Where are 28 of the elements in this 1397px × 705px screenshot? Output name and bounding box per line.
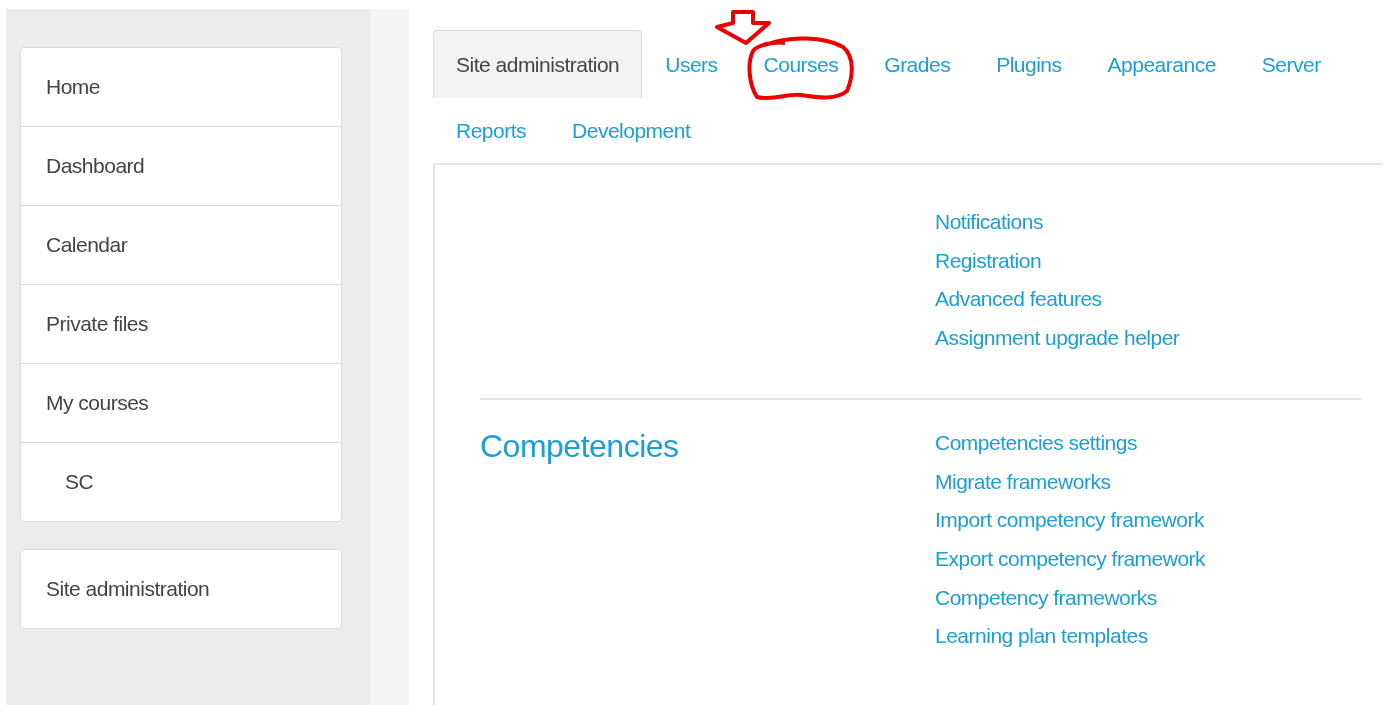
sidebar-item[interactable]: My courses xyxy=(21,363,341,442)
tab[interactable]: Reports xyxy=(433,98,550,163)
sidebar-item[interactable]: Home xyxy=(21,48,341,126)
tab[interactable]: Development xyxy=(549,98,714,163)
settings-link[interactable]: Competency frameworks xyxy=(935,578,1206,618)
settings-link[interactable]: Competencies settings xyxy=(935,423,1206,463)
settings-link[interactable]: Assignment upgrade helper xyxy=(935,319,1180,358)
tab[interactable]: Plugins xyxy=(973,30,1085,98)
sidebar-item[interactable]: Calendar xyxy=(21,205,341,284)
sidebar-item[interactable]: Dashboard xyxy=(21,126,341,205)
tab[interactable]: Users xyxy=(642,30,741,98)
settings-link[interactable]: Export competency framework xyxy=(935,539,1206,579)
section-heading[interactable]: Competencies xyxy=(480,427,679,465)
settings-link[interactable]: Advanced features xyxy=(935,280,1180,320)
tab[interactable]: Grades xyxy=(861,30,974,98)
settings-link[interactable]: Notifications xyxy=(935,203,1180,242)
arrow-mark xyxy=(712,9,773,47)
settings-link[interactable]: Migrate frameworks xyxy=(935,462,1206,502)
sidebar-item[interactable]: Private files xyxy=(21,284,341,363)
settings-link[interactable]: Registration xyxy=(935,241,1180,281)
settings-link[interactable]: Import competency framework xyxy=(935,501,1206,540)
tab[interactable]: Appearance xyxy=(1084,30,1239,98)
tab[interactable]: Courses xyxy=(740,30,862,98)
sidebar-item[interactable]: Site administration xyxy=(21,550,341,628)
tab[interactable]: Server xyxy=(1238,30,1344,98)
tab[interactable]: Site administration xyxy=(433,30,643,98)
settings-link[interactable]: Learning plan templates xyxy=(935,617,1206,657)
sidebar-item[interactable]: SC xyxy=(21,442,341,521)
